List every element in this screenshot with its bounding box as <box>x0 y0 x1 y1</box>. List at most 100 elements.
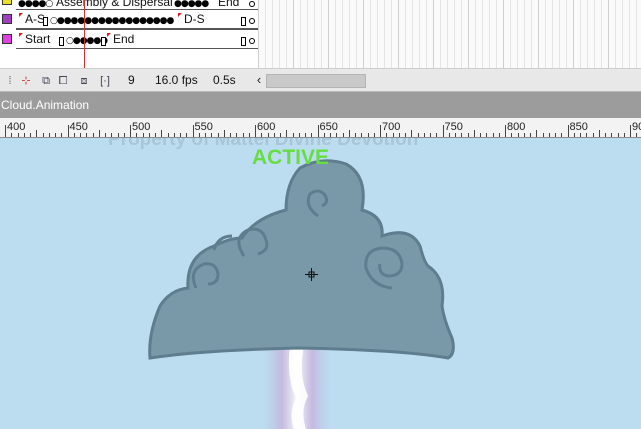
ruler-minor-tick <box>461 133 463 137</box>
ruler-minor-tick <box>330 133 331 137</box>
ruler-minor-tick <box>242 133 244 137</box>
ruler-minor-tick <box>580 133 581 137</box>
ruler-minor-tick <box>111 133 113 137</box>
ruler-major-tick <box>505 125 506 137</box>
ruler-minor-tick <box>605 133 606 137</box>
onion-skin-icon[interactable]: ⧉ <box>40 75 52 87</box>
grip-icon: ⁞ <box>8 75 12 87</box>
elapsed-time: 0.5s <box>213 73 236 87</box>
ruler-minor-tick <box>267 133 269 137</box>
stage-canvas[interactable]: Property of Mattel Divine Devotion ACTIV… <box>0 138 641 429</box>
ruler-minor-tick <box>436 133 438 137</box>
scene-title[interactable]: Cloud.Animation <box>1 98 89 112</box>
ruler-minor-tick <box>17 133 19 137</box>
timeline-scrollbar-thumb[interactable] <box>266 74 366 88</box>
ruler-minor-tick <box>42 133 44 137</box>
layer-label-left: A-S <box>25 12 46 26</box>
ruler-minor-tick <box>548 133 550 137</box>
ruler-minor-tick <box>11 133 13 137</box>
frame-end-marker <box>241 37 246 46</box>
ruler-minor-tick <box>467 133 469 137</box>
ruler-minor-tick <box>167 133 169 137</box>
ruler-major-tick <box>255 125 256 137</box>
layer-track[interactable]: Start ○●●●●● End <box>16 29 258 49</box>
ruler-minor-tick <box>136 133 138 137</box>
center-frame-icon[interactable]: ⊹ <box>20 75 32 87</box>
ruler-major-tick <box>567 125 569 137</box>
ruler-tick-label: 900 <box>632 121 641 133</box>
ruler-minor-tick <box>386 133 388 137</box>
ruler-minor-tick <box>411 130 413 137</box>
ruler-tick-label: 700 <box>382 121 401 133</box>
ruler-minor-tick <box>536 130 538 137</box>
ruler-minor-tick <box>30 133 31 137</box>
frame-end-marker <box>43 17 48 26</box>
ruler-minor-tick <box>161 130 163 137</box>
keyframe-flag <box>107 33 111 37</box>
frame-end-marker <box>101 37 106 46</box>
ruler-minor-tick <box>492 133 494 137</box>
frame-end-circle <box>249 18 255 24</box>
current-frame: 9 <box>128 73 135 87</box>
ruler-minor-tick <box>592 133 594 137</box>
keyframe-flag <box>19 13 23 17</box>
ruler-minor-tick <box>198 133 200 137</box>
cloud-artwork[interactable] <box>0 138 641 429</box>
frame-end-marker <box>241 17 246 26</box>
ruler-minor-tick <box>180 133 181 137</box>
ruler-minor-tick <box>273 133 275 137</box>
frame-end-circle <box>249 1 255 7</box>
ruler-minor-tick <box>417 133 419 137</box>
crosshair-icon <box>305 268 318 281</box>
ruler-minor-tick <box>323 133 325 137</box>
scroll-left-icon[interactable]: ‹ <box>253 72 265 88</box>
ruler-minor-tick <box>80 133 81 137</box>
layer-color-swatch[interactable] <box>2 14 12 24</box>
ruler-minor-tick <box>123 133 125 137</box>
layer-track[interactable]: A-S ○●●●●●●●●●●●●●●●●● D-S <box>16 9 258 29</box>
layer-row-start-end[interactable]: Start ○●●●●● End <box>0 29 641 49</box>
ruler-major-tick <box>130 125 131 137</box>
keyframe-dots: ●●●●○ <box>18 0 53 9</box>
ruler-minor-tick <box>342 133 344 137</box>
scene-bar: Cloud.Animation <box>0 92 641 118</box>
keyframe-flag <box>178 13 182 17</box>
ruler-minor-tick <box>261 133 263 137</box>
layer-color-swatch[interactable] <box>2 0 12 5</box>
playhead[interactable] <box>84 0 85 68</box>
keyframe-dots: ●●●●● <box>174 0 209 9</box>
ruler-minor-tick <box>148 133 150 137</box>
ruler-minor-tick <box>248 133 250 137</box>
ruler-minor-tick <box>480 133 481 137</box>
ruler-major-tick <box>630 125 631 137</box>
ruler-minor-tick <box>230 133 231 137</box>
ruler-minor-tick <box>173 133 175 137</box>
ruler-major-tick <box>317 125 319 137</box>
frame-end-marker <box>59 37 64 46</box>
layer-label-mid: Assembly & Dispersal <box>56 0 173 9</box>
ruler-minor-tick <box>355 133 356 137</box>
ruler-minor-tick <box>617 133 619 137</box>
ruler-minor-tick <box>348 130 350 137</box>
frame-end-circle <box>249 38 255 44</box>
ruler-minor-tick <box>92 133 94 137</box>
ruler-minor-tick <box>286 130 288 137</box>
ruler-minor-tick <box>217 133 219 137</box>
frame-rate[interactable]: 16.0 fps <box>155 73 198 87</box>
layer-color-swatch[interactable] <box>2 34 12 44</box>
onion-outline-icon[interactable]: ⧠ <box>57 75 69 87</box>
active-label: ACTIVE <box>252 146 330 169</box>
edit-multiple-frames-icon[interactable]: ⧈ <box>78 75 90 87</box>
ruler-minor-tick <box>117 133 119 137</box>
ruler-minor-tick <box>48 133 50 137</box>
ruler-minor-tick <box>361 133 363 137</box>
onion-markers-icon[interactable]: [·] <box>99 75 111 87</box>
ruler-major-tick <box>192 125 194 137</box>
ruler-minor-tick <box>292 133 294 137</box>
ruler-minor-tick <box>530 133 531 137</box>
ruler-minor-tick <box>211 133 213 137</box>
ruler-tick-label: 800 <box>507 121 526 133</box>
ruler-minor-tick <box>392 133 394 137</box>
ruler-minor-tick <box>448 133 450 137</box>
layer-row-as-ds[interactable]: A-S ○●●●●●●●●●●●●●●●●● D-S <box>0 9 641 29</box>
